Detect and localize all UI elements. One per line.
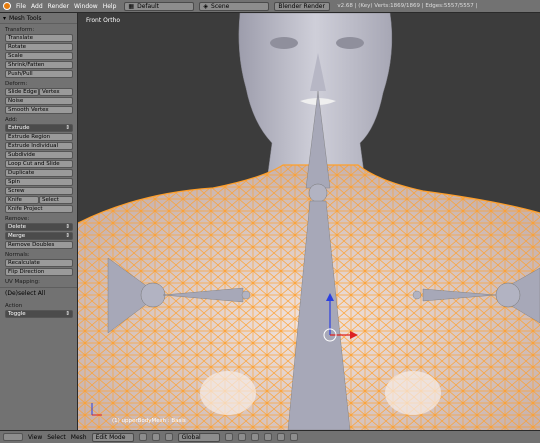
action-label: Action	[5, 303, 23, 309]
chevron-updown-icon: ⇕	[65, 311, 70, 317]
view-menu[interactable]: View	[28, 434, 42, 441]
snap-icon[interactable]	[276, 433, 285, 441]
blender-logo-icon[interactable]	[3, 2, 11, 10]
delete-dropdown-label: Delete	[8, 224, 27, 230]
extrude-individual-button[interactable]: Extrude Individual	[5, 142, 73, 150]
remove-doubles-button[interactable]: Remove Doubles	[5, 241, 73, 249]
chevron-updown-icon: ⇕	[65, 233, 70, 239]
layout-name: Default	[137, 2, 160, 10]
editor-type-icon[interactable]	[3, 433, 23, 441]
render-engine-name: Blender Render	[278, 2, 325, 10]
extrude-region-button[interactable]: Extrude Region	[5, 133, 73, 141]
knife-button[interactable]: Knife	[5, 196, 39, 204]
remove-heading: Remove:	[5, 216, 30, 222]
deselect-all-panel: (De)select All Action Toggle ⇕	[0, 287, 77, 318]
left-shoulder-joint[interactable]	[140, 282, 166, 308]
deselect-all-title[interactable]: (De)select All	[5, 290, 77, 297]
knife-select-button[interactable]: Select	[39, 196, 73, 204]
scene-name: Scene	[211, 2, 230, 10]
vertex-select-icon[interactable]	[224, 433, 233, 441]
scene-icon: ◈	[203, 2, 209, 10]
duplicate-button[interactable]: Duplicate	[5, 169, 73, 177]
left-clavicle-joint[interactable]	[241, 290, 251, 300]
menu-help[interactable]: Help	[103, 3, 117, 10]
spin-button[interactable]: Spin	[5, 178, 73, 186]
viewport-canvas[interactable]	[78, 13, 540, 430]
deform-heading: Deform:	[5, 81, 28, 87]
scale-button[interactable]: Scale	[5, 52, 73, 60]
info-header: File Add Render Window Help ▦ Default ◈ …	[0, 0, 540, 13]
slide-vertex-button[interactable]: Vertex	[39, 88, 73, 96]
viewport-shading-icon[interactable]	[138, 433, 147, 441]
object-label: (1) upperBodyMesh : Basis	[112, 418, 186, 424]
edge-select-icon[interactable]	[237, 433, 246, 441]
smooth-vertex-button[interactable]: Smooth Vertex	[5, 106, 73, 114]
right-shoulder-joint[interactable]	[495, 282, 521, 308]
collapse-triangle-icon: ▾	[3, 14, 7, 22]
manipulator-icon[interactable]	[164, 433, 173, 441]
proportional-edit-icon[interactable]	[263, 433, 272, 441]
knife-project-button[interactable]: Knife Project	[5, 205, 73, 213]
scene-selector[interactable]: ◈ Scene	[199, 1, 270, 11]
push-pull-button[interactable]: Push/Pull	[5, 70, 73, 78]
right-eye	[336, 37, 364, 49]
action-dropdown-value: Toggle	[8, 311, 26, 317]
add-heading: Add:	[5, 117, 18, 123]
mesh-tools-title: Mesh Tools	[9, 14, 42, 22]
shrink-fatten-button[interactable]: Shrink/Fatten	[5, 61, 73, 69]
scene-stats: v2.68 | (Key) Verts:1869/1869 | Edges:55…	[337, 3, 478, 9]
slide-edge-button[interactable]: Slide Edge	[5, 88, 39, 96]
transform-heading: Transform:	[5, 27, 35, 33]
3d-viewport[interactable]: Front Ortho (1) upperBodyMesh : Basis	[78, 13, 540, 430]
extrude-dropdown-label: Extrude	[8, 125, 30, 131]
orientation-label: Global	[181, 433, 201, 441]
pivot-icon[interactable]	[151, 433, 160, 441]
layers-icon[interactable]	[289, 433, 298, 441]
face-select-icon[interactable]	[250, 433, 259, 441]
left-eye	[270, 37, 298, 49]
knife-row: Knife Select	[5, 196, 73, 204]
uv-mapping-heading: UV Mapping:	[5, 279, 40, 285]
chevron-updown-icon: ⇕	[65, 224, 70, 230]
recalculate-button[interactable]: Recalculate	[5, 259, 73, 267]
screw-button[interactable]: Screw	[5, 187, 73, 195]
neck-joint[interactable]	[308, 183, 328, 203]
noise-button[interactable]: Noise	[5, 97, 73, 105]
loop-cut-button[interactable]: Loop Cut and Slide	[5, 160, 73, 168]
render-engine-selector[interactable]: Blender Render	[274, 1, 331, 11]
right-clavicle-joint[interactable]	[412, 290, 422, 300]
slide-row: Slide Edge Vertex	[5, 88, 73, 96]
mode-label: Edit Mode	[95, 433, 126, 441]
mesh-tools-header[interactable]: ▾ Mesh Tools	[0, 13, 77, 24]
3d-view-header: View Select Mesh Edit Mode Global	[0, 430, 540, 443]
action-dropdown[interactable]: Toggle ⇕	[5, 310, 73, 318]
chevron-updown-icon: ⇕	[65, 125, 70, 131]
select-menu[interactable]: Select	[47, 434, 66, 441]
layout-icon: ▦	[128, 2, 135, 10]
orientation-selector[interactable]: Global	[177, 432, 220, 442]
subdivide-button[interactable]: Subdivide	[5, 151, 73, 159]
rotate-button[interactable]: Rotate	[5, 43, 73, 51]
flip-direction-button[interactable]: Flip Direction	[5, 268, 73, 276]
delete-dropdown[interactable]: Delete ⇕	[5, 223, 73, 231]
menu-window[interactable]: Window	[74, 3, 98, 10]
merge-dropdown-label: Merge	[8, 233, 26, 239]
mode-selector[interactable]: Edit Mode	[91, 432, 134, 442]
menu-add[interactable]: Add	[31, 3, 43, 10]
menu-render[interactable]: Render	[48, 3, 69, 10]
layout-selector[interactable]: ▦ Default	[124, 1, 195, 11]
mesh-menu[interactable]: Mesh	[71, 434, 87, 441]
normals-heading: Normals:	[5, 252, 30, 258]
tool-shelf: ▾ Mesh Tools Transform: Translate Rotate…	[0, 13, 78, 430]
chest-highlight-right	[385, 371, 441, 415]
merge-dropdown[interactable]: Merge ⇕	[5, 232, 73, 240]
translate-button[interactable]: Translate	[5, 34, 73, 42]
view-label: Front Ortho	[86, 17, 121, 24]
menu-file[interactable]: File	[16, 3, 26, 10]
chest-highlight-left	[200, 371, 256, 415]
extrude-dropdown[interactable]: Extrude ⇕	[5, 124, 73, 132]
